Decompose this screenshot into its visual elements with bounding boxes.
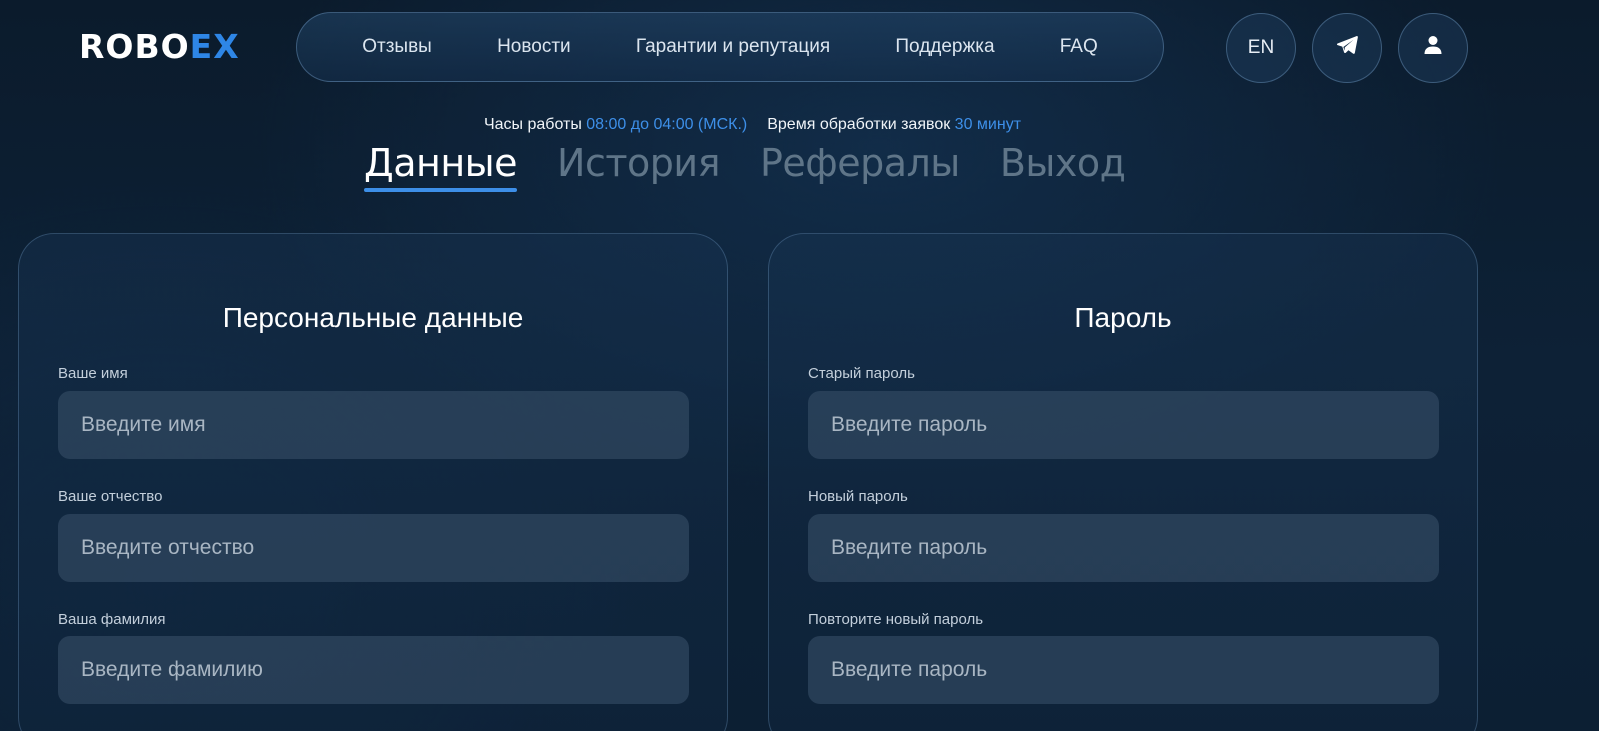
repeat-password-input[interactable]	[808, 636, 1439, 704]
last-name-input[interactable]	[58, 636, 689, 704]
nav-link-support[interactable]: Поддержка	[895, 36, 994, 58]
working-hours-info: Часы работы 08:00 до 04:00 (МСК.) Время о…	[0, 116, 1505, 134]
repeat-password-label: Повторите новый пароль	[808, 611, 984, 628]
nav-link-reviews[interactable]: Отзывы	[362, 36, 432, 58]
account-tabs: Данные История Рефералы Выход	[364, 140, 1126, 192]
telegram-button[interactable]	[1312, 13, 1382, 83]
nav-link-guarantees[interactable]: Гарантии и репутация	[636, 36, 830, 58]
new-password-input[interactable]	[808, 514, 1439, 582]
user-button[interactable]	[1398, 13, 1468, 83]
top-navigation: Отзывы Новости Гарантии и репутация Подд…	[296, 12, 1164, 82]
hours-value: 08:00 до 04:00 (МСК.)	[586, 116, 748, 133]
tab-logout[interactable]: Выход	[1000, 140, 1126, 190]
personal-data-title: Персональные данные	[222, 302, 524, 333]
processing-label: Время обработки заявок	[767, 116, 951, 133]
nav-link-news[interactable]: Новости	[497, 36, 571, 58]
user-icon	[1423, 35, 1443, 61]
tab-data[interactable]: Данные	[364, 140, 518, 192]
old-password-input[interactable]	[808, 391, 1439, 459]
tab-history[interactable]: История	[557, 140, 720, 190]
patronymic-input[interactable]	[58, 514, 689, 582]
language-label: EN	[1247, 37, 1275, 58]
first-name-label: Ваше имя	[58, 365, 128, 382]
password-panel: Пароль Старый пароль Новый пароль Повтор…	[768, 233, 1478, 731]
last-name-label: Ваша фамилия	[58, 611, 166, 628]
new-password-label: Новый пароль	[808, 488, 908, 505]
logo[interactable]: ROBOEX	[79, 28, 240, 66]
language-button[interactable]: EN	[1226, 13, 1296, 83]
telegram-icon	[1336, 35, 1358, 61]
old-password-label: Старый пароль	[808, 365, 915, 382]
password-title: Пароль	[1074, 302, 1172, 333]
logo-part-robo: ROBO	[79, 27, 190, 66]
nav-link-faq[interactable]: FAQ	[1060, 36, 1098, 58]
personal-data-panel: Персональные данные Ваше имя Ваше отчест…	[18, 233, 728, 731]
first-name-input[interactable]	[58, 391, 689, 459]
processing-value: 30 минут	[954, 116, 1022, 133]
logo-part-ex: EX	[189, 27, 240, 66]
tab-referrals[interactable]: Рефералы	[760, 140, 960, 190]
hours-label: Часы работы	[483, 116, 582, 133]
patronymic-label: Ваше отчество	[58, 488, 163, 505]
